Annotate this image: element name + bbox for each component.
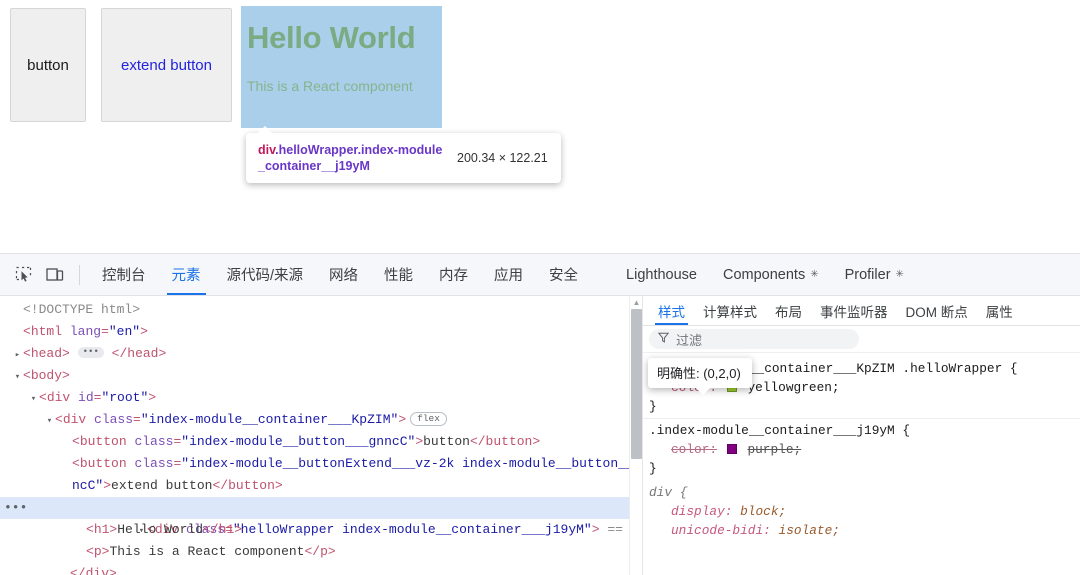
filter-icon <box>657 332 670 346</box>
node-menu-icon[interactable]: ••• <box>4 497 27 519</box>
tooltip-selector: div.helloWrapper.index-module_container_… <box>258 142 443 174</box>
expand-ellipsis-icon[interactable]: ••• <box>77 347 104 359</box>
devtools-tabbar: 控制台 元素 源代码/来源 网络 性能 内存 应用 安全 Lighthouse … <box>0 254 1080 296</box>
ua-property-value: block; <box>740 504 787 519</box>
demo-button-button[interactable]: button <box>10 8 86 122</box>
scrollbar-thumb[interactable] <box>631 309 642 459</box>
tab-profiler[interactable]: Profiler ✳ <box>832 254 917 295</box>
filter-input[interactable]: 过滤 <box>649 329 859 349</box>
toolbar-separator <box>79 264 80 285</box>
ua-property-name: display: <box>671 504 733 519</box>
ua-declaration-display: display: block; <box>649 502 1080 521</box>
dom-tree-scrollbar[interactable]: ▲ <box>629 296 642 575</box>
tab-event-listeners[interactable]: 事件监听器 <box>811 296 897 325</box>
tab-properties[interactable]: 属性 <box>977 296 1022 325</box>
css-rule-user-agent-div: div { display: block; unicode-bidi: isol… <box>643 480 1080 540</box>
tab-profiler-label: Profiler <box>844 266 891 283</box>
hello-world-heading: Hello World <box>247 20 416 55</box>
dom-line-head[interactable]: ▸ <head> ••• </head> <box>0 343 629 365</box>
devtools-body: ▸<!DOCTYPE html> ▸<html lang="en"> ▸<hea… <box>0 296 1080 575</box>
tab-sources[interactable]: 源代码/来源 <box>214 254 317 295</box>
css-property-name[interactable]: color: <box>649 440 717 459</box>
devtools-panel: 控制台 元素 源代码/来源 网络 性能 内存 应用 安全 Lighthouse … <box>0 253 1080 575</box>
scroll-up-arrow-icon[interactable]: ▲ <box>631 297 642 308</box>
tab-layout[interactable]: 布局 <box>766 296 811 325</box>
ua-property-value: isolate; <box>778 523 840 538</box>
css-property-value[interactable]: yellowgreen; <box>747 380 839 395</box>
dom-line-container-div[interactable]: ▾ <div class="index-module__container___K… <box>0 409 629 431</box>
inspect-element-icon[interactable] <box>8 261 38 289</box>
tab-lighthouse[interactable]: Lighthouse <box>613 254 710 295</box>
css-selector[interactable]: .index-module__container___j19yM { <box>649 421 1080 440</box>
tab-computed[interactable]: 计算样式 <box>694 296 766 325</box>
tab-security[interactable]: 安全 <box>536 254 591 295</box>
dom-line-close-div-inner[interactable]: </div> <box>0 563 629 575</box>
tab-components-label: Components <box>722 266 806 283</box>
dom-line-button-2[interactable]: <button class="index-module__buttonExten… <box>0 453 629 475</box>
extension-badge-icon: ✳ <box>810 269 819 280</box>
tab-console[interactable]: 控制台 <box>89 254 159 295</box>
css-property-value[interactable]: purple; <box>747 442 801 457</box>
specificity-tooltip: 明确性: (0,2,0) <box>648 358 752 395</box>
extension-badge-icon: ✳ <box>895 269 904 280</box>
flex-badge[interactable]: flex <box>410 411 447 426</box>
tab-styles[interactable]: 样式 <box>649 296 694 325</box>
css-rule-close-brace: } <box>649 399 657 414</box>
tab-network[interactable]: 网络 <box>316 254 371 295</box>
dom-line-html[interactable]: ▸<html lang="en"> <box>0 321 629 343</box>
css-declaration-overridden[interactable]: color: purple; <box>649 440 1080 459</box>
dom-line-doctype[interactable]: ▸<!DOCTYPE html> <box>0 299 629 321</box>
demo-button-extend-button[interactable]: extend button <box>101 8 232 122</box>
react-component-paragraph: This is a React component <box>247 78 413 94</box>
styles-tabbar: 样式 计算样式 布局 事件监听器 DOM 断点 属性 <box>643 296 1080 326</box>
filter-placeholder-text: 过滤 <box>676 332 703 348</box>
tab-components[interactable]: Components ✳ <box>710 254 832 295</box>
ua-property-name: unicode-bidi: <box>671 523 771 538</box>
dom-line-body[interactable]: ▾ <body> <box>0 365 629 387</box>
styles-filter-bar: 过滤 <box>643 326 1080 353</box>
tooltip-tag-name: div <box>258 143 276 157</box>
ua-selector: div { <box>649 485 688 500</box>
device-toolbar-icon[interactable] <box>40 261 70 289</box>
tab-memory[interactable]: 内存 <box>426 254 481 295</box>
css-rule-close-brace: } <box>649 461 657 476</box>
dom-line-p[interactable]: <p>This is a React component</p> <box>0 541 629 563</box>
color-swatch-purple[interactable] <box>726 444 737 454</box>
dom-tree-pane[interactable]: ▸<!DOCTYPE html> ▸<html lang="en"> ▸<hea… <box>0 296 629 575</box>
demo-button-row: button extend button <box>10 8 232 122</box>
devtools-screenshot: button extend button Hello World This is… <box>0 0 1080 575</box>
dom-line-h1[interactable]: <h1>Hello World</h1> <box>0 519 629 541</box>
tab-elements[interactable]: 元素 <box>159 254 214 295</box>
dom-line-hello-div-selected[interactable]: ••• ▾ <div class="helloWrapper index-modul… <box>0 497 629 537</box>
tooltip-dimensions: 200.34 × 122.21 <box>457 151 548 165</box>
hello-wrapper-highlighted[interactable]: Hello World This is a React component <box>241 6 442 128</box>
dom-line-button-1[interactable]: <button class="index-module__button___gn… <box>0 431 629 453</box>
ua-declaration-unicode-bidi: unicode-bidi: isolate; <box>649 521 1080 540</box>
css-rule-j19ym[interactable]: .index-module__container___j19yM { color… <box>643 418 1080 480</box>
page-viewport: button extend button Hello World This is… <box>0 0 1080 253</box>
element-inspect-tooltip: div.helloWrapper.index-module_container_… <box>246 126 561 183</box>
tooltip-class-names: .helloWrapper.index-module_container__j1… <box>258 143 443 173</box>
tab-performance[interactable]: 性能 <box>371 254 426 295</box>
tab-dom-breakpoints[interactable]: DOM 断点 <box>897 296 977 325</box>
dom-line-root-div[interactable]: ▾ <div id="root"> <box>0 387 629 409</box>
tab-lighthouse-label: Lighthouse <box>626 266 697 283</box>
tab-application[interactable]: 应用 <box>481 254 536 295</box>
doctype-text: <!DOCTYPE html> <box>23 302 141 317</box>
styles-pane: 样式 计算样式 布局 事件监听器 DOM 断点 属性 过滤 .index-mod… <box>642 296 1080 575</box>
dom-line-button-2-wrap[interactable]: ncC">extend button</button> <box>0 475 629 497</box>
